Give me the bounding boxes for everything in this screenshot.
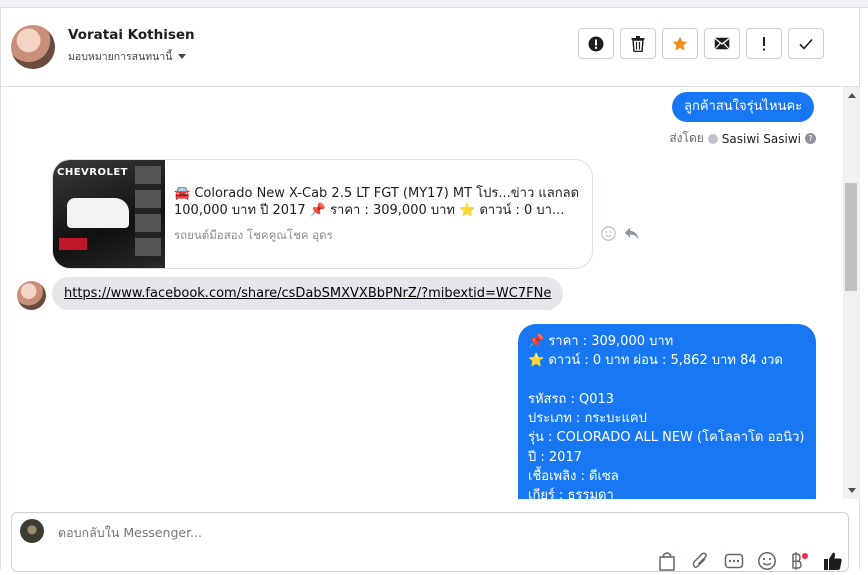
post-thumbnail: CHEVROLET [53,160,165,268]
scroll-down-icon[interactable] [848,488,856,493]
react-emoji-icon[interactable] [601,226,616,241]
agent-status-icon [707,133,718,144]
thumbnail-strip [135,166,161,262]
emoji-icon[interactable] [757,551,777,571]
incoming-message[interactable]: https://www.facebook.com/share/csDabSMXV… [52,277,564,310]
outgoing-details-message[interactable]: 📌 ราคา : 309,000 บาท ⭐ ดาวน์ : 0 บาท ผ่อน… [518,324,816,499]
scrollbar[interactable] [843,87,860,499]
customer-avatar[interactable] [11,25,55,69]
thumbs-up-icon[interactable] [823,551,843,571]
sent-by-prefix: ส่งโดย [669,131,704,145]
sent-by-name: Sasiwi Sasiwi [721,131,801,146]
trash-icon [631,35,645,52]
promo-badge [59,238,87,250]
spam-button[interactable] [578,28,614,59]
details-line: รหัสรถ : Q013 [528,391,615,407]
details-line: รุ่น : COLORADO ALL NEW (โคโลลาโด ออนิว) [528,430,805,446]
chevron-down-icon [178,54,187,59]
page-avatar [20,519,44,543]
mark-done-button[interactable] [788,28,824,59]
details-line: เชื้อเพลิง : ดีเซล [528,469,619,485]
details-line: 📌 ราคา : 309,000 บาท [528,334,674,349]
composer-toolbar [658,551,843,571]
assign-label: มอบหมายการสนทนานี้ [68,51,173,63]
message-actions [601,226,639,241]
details-line [528,371,806,390]
follow-up-button[interactable] [746,28,782,59]
conversation-header: Voratai Kothisen มอบหมายการสนทนานี้ [0,7,860,87]
reply-input[interactable] [56,524,560,541]
alert-circle-icon [588,36,604,51]
assign-dropdown[interactable]: มอบหมายการสนทนานี้ [68,48,187,65]
saved-reply-icon[interactable] [724,551,744,571]
notification-dot [802,553,808,559]
exclamation-icon [763,36,765,50]
message-thread[interactable]: ลูกค้าสนใจรุ่นไหนคะ ส่งโดย Sasiwi Sasiwi… [0,87,843,499]
mark-unread-button[interactable] [704,28,740,59]
shopping-bag-icon[interactable] [658,551,678,571]
header-actions [578,28,824,59]
scrollbar-thumb[interactable] [845,183,857,291]
thumbnail-brand: CHEVROLET [57,167,129,178]
delete-button[interactable] [620,28,656,59]
car-image [67,198,129,228]
details-line: เกียร์ : ธรรมดา [528,488,614,499]
post-title: 🚘 Colorado New X-Cab 2.5 LT FGT (MY17) M… [174,186,580,218]
shared-post-card[interactable]: CHEVROLET 🚘 Colorado New X-Cab 2.5 LT FG… [52,159,593,269]
scroll-up-icon[interactable] [848,93,856,98]
sent-by-info: ส่งโดย Sasiwi Sasiwi ? [669,129,816,148]
reply-composer [11,512,849,572]
customer-name[interactable]: Voratai Kothisen [68,27,195,43]
help-icon[interactable]: ? [805,133,816,144]
details-line: ปี : 2017 [528,449,582,465]
outgoing-message[interactable]: ลูกค้าสนใจรุ่นไหนคะ [672,92,815,122]
reply-icon[interactable] [624,227,639,240]
envelope-icon [714,37,730,50]
check-icon [799,38,813,50]
details-line: ⭐ ดาวน์ : 0 บาท ผ่อน : 5,862 บาท 84 งวด [528,353,783,369]
shared-link[interactable]: https://www.facebook.com/share/csDabSMXV… [64,286,551,301]
paperclip-icon[interactable] [691,551,711,571]
star-icon [672,36,688,50]
post-source: รถยนต์มือสอง โชคคูณโชค อุดร [174,228,333,242]
customer-avatar-small [17,281,46,310]
star-button[interactable] [662,28,698,59]
details-line: ประเภท : กระบะแคป [528,411,647,427]
